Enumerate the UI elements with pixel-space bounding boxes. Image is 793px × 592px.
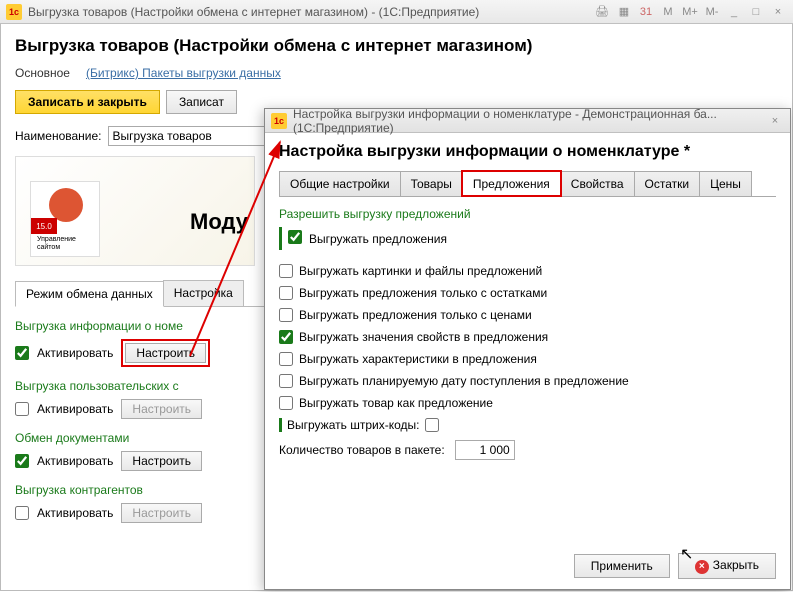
app-logo-icon: 1c bbox=[6, 4, 22, 20]
dialog-tab[interactable]: Товары bbox=[400, 171, 463, 196]
option-checkbox[interactable] bbox=[279, 330, 293, 344]
bitrix-box: 15.0 Управление сайтом bbox=[30, 181, 100, 257]
dialog-tab[interactable]: Цены bbox=[699, 171, 752, 196]
mminus-button[interactable]: M- bbox=[703, 4, 721, 20]
option-label: Выгружать предложения только с остатками bbox=[299, 286, 547, 300]
option-label: Выгружать характеристики в предложения bbox=[299, 352, 537, 366]
check-row: Выгружать планируемую дату поступления в… bbox=[279, 374, 776, 388]
dialog-heading: Настройка выгрузки информации о номенкла… bbox=[279, 143, 776, 161]
bitrix-version-badge: 15.0 bbox=[31, 218, 57, 234]
configure-button: Настроить bbox=[121, 503, 202, 523]
maximize-icon[interactable]: □ bbox=[747, 4, 765, 20]
option-label: Выгружать планируемую дату поступления в… bbox=[299, 374, 629, 388]
bitrix-box-text: Управление сайтом bbox=[37, 236, 99, 252]
activate-label: Активировать bbox=[37, 506, 113, 520]
check-row: Выгружать предложения только с ценами bbox=[279, 308, 776, 322]
dialog-content: Настройка выгрузки информации о номенкла… bbox=[265, 133, 790, 470]
name-label: Наименование: bbox=[15, 129, 102, 143]
option-checkbox[interactable] bbox=[279, 352, 293, 366]
barcode-row: Выгружать штрих-коды: bbox=[279, 418, 776, 432]
mplus-button[interactable]: M+ bbox=[681, 4, 699, 20]
group-title: Разрешить выгрузку предложений bbox=[279, 207, 776, 221]
system-icons: 🖨 ▦ 31 M M+ M- _ □ × bbox=[593, 4, 787, 20]
minimize-icon[interactable]: _ bbox=[725, 4, 743, 20]
page-heading: Выгрузка товаров (Настройки обмена с инт… bbox=[15, 36, 778, 56]
dialog-sysicons: × bbox=[766, 113, 784, 129]
tab-exchange-mode[interactable]: Режим обмена данных bbox=[15, 281, 164, 307]
dialog-titlebar: 1c Настройка выгрузки информации о номен… bbox=[265, 109, 790, 133]
option-checkbox[interactable] bbox=[279, 286, 293, 300]
configure-button[interactable]: Настроить bbox=[121, 451, 202, 471]
bitrix-banner: 15.0 Управление сайтом Моду bbox=[15, 156, 255, 266]
apply-button[interactable]: Применить bbox=[574, 554, 670, 578]
activate-checkbox[interactable] bbox=[15, 402, 29, 416]
dialog-tabs: Общие настройкиТоварыПредложенияСвойства… bbox=[279, 171, 776, 197]
check-row: Выгружать товар как предложение bbox=[279, 396, 776, 410]
print-icon[interactable]: 🖨 bbox=[593, 4, 611, 20]
check-row: Выгружать картинки и файлы предложений bbox=[279, 264, 776, 278]
banner-title: Моду bbox=[190, 209, 248, 235]
grid-icon[interactable]: ▦ bbox=[615, 4, 633, 20]
option-label: Выгружать товар как предложение bbox=[299, 396, 493, 410]
window-title: Выгрузка товаров (Настройки обмена с инт… bbox=[28, 5, 593, 19]
close-button[interactable]: ×Закрыть bbox=[678, 553, 776, 579]
option-checkbox[interactable] bbox=[279, 396, 293, 410]
qty-label: Количество товаров в пакете: bbox=[279, 443, 445, 457]
dialog-title: Настройка выгрузки информации о номенкла… bbox=[293, 107, 766, 135]
m-button[interactable]: M bbox=[659, 4, 677, 20]
close-icon[interactable]: × bbox=[769, 4, 787, 20]
option-checkbox[interactable] bbox=[279, 374, 293, 388]
dialog-tab[interactable]: Предложения bbox=[462, 171, 561, 196]
activate-label: Активировать bbox=[37, 402, 113, 416]
export-offers-label: Выгружать предложения bbox=[309, 232, 447, 246]
option-label: Выгружать предложения только с ценами bbox=[299, 308, 532, 322]
app-logo-icon: 1c bbox=[271, 113, 287, 129]
barcode-checkbox[interactable] bbox=[425, 418, 439, 432]
configure-button[interactable]: Настроить bbox=[125, 343, 206, 363]
save-close-button[interactable]: Записать и закрыть bbox=[15, 90, 160, 114]
nav-link-bitrix[interactable]: (Битрикс) Пакеты выгрузки данных bbox=[86, 66, 281, 80]
dialog-footer: Применить ×Закрыть bbox=[574, 553, 776, 579]
activate-checkbox[interactable] bbox=[15, 346, 29, 360]
check-row: Выгружать предложения только с остатками bbox=[279, 286, 776, 300]
check-row: Выгружать значения свойств в предложения bbox=[279, 330, 776, 344]
name-input[interactable] bbox=[108, 126, 268, 146]
dialog-tab[interactable]: Остатки bbox=[634, 171, 701, 196]
option-checkbox[interactable] bbox=[279, 308, 293, 322]
close-icon[interactable]: × bbox=[766, 113, 784, 129]
configure-button: Настроить bbox=[121, 399, 202, 419]
tab-settings[interactable]: Настройка bbox=[163, 280, 244, 306]
main-titlebar: 1c Выгрузка товаров (Настройки обмена с … bbox=[0, 0, 793, 24]
option-label: Выгружать значения свойств в предложения bbox=[299, 330, 548, 344]
main-check-row: Выгружать предложения bbox=[279, 227, 776, 250]
check-row: Выгружать характеристики в предложения bbox=[279, 352, 776, 366]
dialog-tab[interactable]: Свойства bbox=[560, 171, 635, 196]
barcode-label: Выгружать штрих-коды: bbox=[287, 418, 419, 432]
settings-dialog: 1c Настройка выгрузки информации о номен… bbox=[264, 108, 791, 590]
qty-input[interactable] bbox=[455, 440, 515, 460]
activate-checkbox[interactable] bbox=[15, 506, 29, 520]
activate-label: Активировать bbox=[37, 454, 113, 468]
option-label: Выгружать картинки и файлы предложений bbox=[299, 264, 542, 278]
option-checkbox[interactable] bbox=[279, 264, 293, 278]
export-offers-checkbox[interactable] bbox=[288, 230, 302, 244]
qty-row: Количество товаров в пакете: bbox=[279, 440, 776, 460]
nav-main[interactable]: Основное bbox=[15, 66, 70, 80]
nav-row: Основное (Битрикс) Пакеты выгрузки данны… bbox=[15, 66, 778, 80]
activate-checkbox[interactable] bbox=[15, 454, 29, 468]
dialog-tab[interactable]: Общие настройки bbox=[279, 171, 401, 196]
close-x-icon: × bbox=[695, 560, 709, 574]
activate-label: Активировать bbox=[37, 346, 113, 360]
calendar-icon[interactable]: 31 bbox=[637, 4, 655, 20]
save-button[interactable]: Записат bbox=[166, 90, 237, 114]
bitrix-logo-icon bbox=[49, 188, 83, 222]
